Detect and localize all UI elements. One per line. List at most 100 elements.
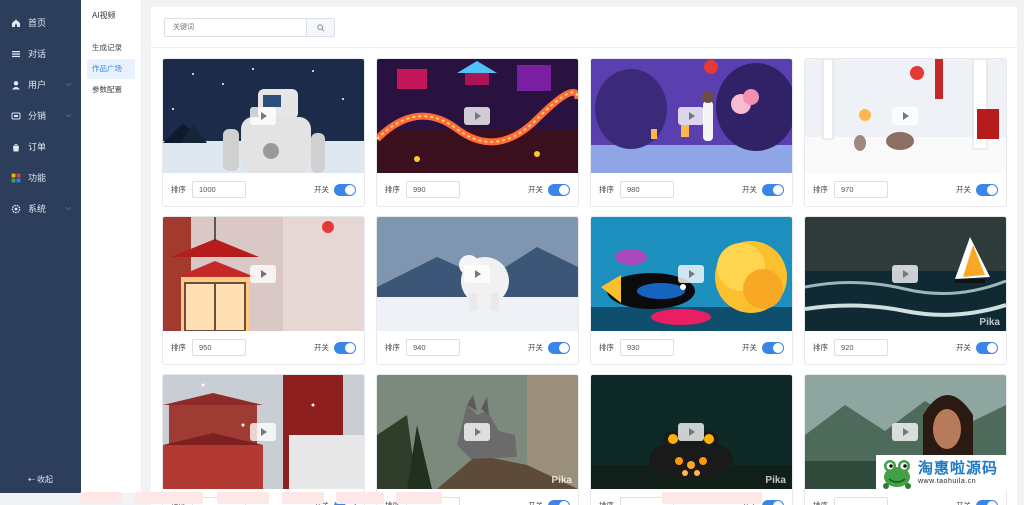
card-footer: 排序 开关 <box>805 489 1006 505</box>
chevron-down-icon: ⌵ <box>65 111 71 119</box>
enable-toggle[interactable] <box>762 341 784 354</box>
play-icon[interactable] <box>464 107 490 125</box>
nav-item-2[interactable]: 用户 ⌵ <box>0 69 81 100</box>
enable-toggle[interactable] <box>548 499 570 505</box>
switch-label: 开关 <box>956 185 971 194</box>
video-thumbnail[interactable] <box>163 217 364 331</box>
brand-watermark: 淘惠啦源码 www.taohuila.cn <box>876 455 1016 491</box>
sort-label: 排序 <box>813 500 828 505</box>
nav-item-label: 系统 <box>28 204 47 214</box>
video-thumbnail[interactable] <box>805 59 1006 173</box>
nav-item-5[interactable]: 功能 <box>0 162 81 193</box>
subnav-item-1[interactable]: 作品广场 <box>87 59 135 79</box>
play-icon[interactable] <box>678 265 704 283</box>
enable-toggle[interactable] <box>976 183 998 196</box>
play-icon[interactable] <box>250 107 276 125</box>
arrow-left-icon: ⇠ <box>28 475 35 484</box>
video-card: Pika排序开关 <box>590 374 793 505</box>
share-icon <box>10 110 22 122</box>
switch-label: 开关 <box>956 500 971 505</box>
card-footer: 排序 开关 <box>163 173 364 206</box>
enable-toggle[interactable] <box>548 183 570 196</box>
sort-input[interactable] <box>834 339 888 356</box>
video-thumbnail[interactable] <box>591 217 792 331</box>
play-icon[interactable] <box>464 265 490 283</box>
collapse-button[interactable]: ⇠ 收起 <box>0 474 81 485</box>
sort-input[interactable] <box>192 339 246 356</box>
sort-label: 排序 <box>171 185 186 194</box>
nav-item-0[interactable]: 首页 <box>0 7 81 38</box>
enable-toggle[interactable] <box>548 341 570 354</box>
enable-toggle[interactable] <box>976 499 998 505</box>
sort-input[interactable] <box>620 181 674 198</box>
switch-label: 开关 <box>742 185 757 194</box>
user-icon <box>10 79 22 91</box>
apps-icon <box>10 172 22 184</box>
play-icon[interactable] <box>892 423 918 441</box>
video-watermark: Pika <box>551 475 572 486</box>
nav-item-3[interactable]: 分销 ⌵ <box>0 100 81 131</box>
nav-item-6[interactable]: 系统 ⌵ <box>0 193 81 224</box>
list-icon <box>10 48 22 60</box>
sort-input[interactable] <box>834 497 888 505</box>
switch-label: 开关 <box>528 500 543 505</box>
video-thumbnail[interactable]: Pika <box>805 217 1006 331</box>
nav-item-label: 对话 <box>28 49 47 59</box>
search-input[interactable] <box>165 19 306 36</box>
enable-toggle[interactable] <box>762 183 784 196</box>
video-card: 排序 开关 <box>162 58 365 207</box>
sub-sidebar: AI视频 生成记录 作品广场 参数配置 <box>81 0 142 493</box>
ghost-bar <box>662 492 762 504</box>
video-thumbnail[interactable] <box>377 59 578 173</box>
video-card: 排序开关 <box>162 374 365 505</box>
video-card: 排序开关 <box>162 216 365 365</box>
play-icon[interactable] <box>892 107 918 125</box>
video-thumbnail[interactable]: Pika <box>591 375 792 489</box>
enable-toggle[interactable] <box>762 499 784 505</box>
video-thumbnail[interactable] <box>591 59 792 173</box>
sort-label: 排序 <box>813 343 828 352</box>
bag-icon <box>10 141 22 153</box>
play-icon[interactable] <box>892 265 918 283</box>
search-bar <box>164 18 335 37</box>
play-icon[interactable] <box>250 265 276 283</box>
home-icon <box>10 17 22 29</box>
nav-item-label: 首页 <box>28 18 47 28</box>
sort-input[interactable] <box>406 181 460 198</box>
video-thumbnail[interactable] <box>377 217 578 331</box>
brand-url: www.taohuila.cn <box>918 478 977 485</box>
subnav-item-0[interactable]: 生成记录 <box>87 38 135 58</box>
frog-logo-icon <box>883 460 911 489</box>
sort-input[interactable] <box>620 339 674 356</box>
video-thumbnail[interactable]: Pika <box>377 375 578 489</box>
video-thumbnail[interactable] <box>163 59 364 173</box>
nav-item-4[interactable]: 订单 <box>0 131 81 162</box>
main-panel: 排序开关 排序开关 排序开关 排序开关 排序开关 排序开关 排序开关 Pika排… <box>151 7 1017 505</box>
enable-toggle[interactable] <box>334 183 356 196</box>
play-icon[interactable] <box>464 423 490 441</box>
nav-item-1[interactable]: 对话 <box>0 38 81 69</box>
video-watermark: Pika <box>979 317 1000 328</box>
subnav-item-2[interactable]: 参数配置 <box>87 80 135 100</box>
sort-label: 排序 <box>599 343 614 352</box>
sort-input[interactable] <box>834 181 888 198</box>
card-footer: 排序 开关 <box>591 331 792 364</box>
main-sidebar: 首页 对话 用户 ⌵ 分销 ⌵ 订单 功能 系统 ⌵ ⇠ 收起 <box>0 0 81 493</box>
enable-toggle[interactable] <box>976 341 998 354</box>
switch-label: 开关 <box>314 343 329 352</box>
card-footer: 排序 开关 <box>591 173 792 206</box>
play-icon[interactable] <box>678 423 704 441</box>
video-thumbnail[interactable] <box>163 375 364 489</box>
search-button[interactable] <box>306 19 334 36</box>
nav-item-label: 功能 <box>28 173 47 183</box>
switch-label: 开关 <box>314 185 329 194</box>
ghost-bar <box>135 492 203 504</box>
chevron-down-icon: ⌵ <box>65 80 71 88</box>
gear-icon <box>10 203 22 215</box>
sort-input[interactable] <box>406 339 460 356</box>
enable-toggle[interactable] <box>334 341 356 354</box>
play-icon[interactable] <box>678 107 704 125</box>
sort-input[interactable] <box>192 181 246 198</box>
play-icon[interactable] <box>250 423 276 441</box>
switch-label: 开关 <box>528 185 543 194</box>
